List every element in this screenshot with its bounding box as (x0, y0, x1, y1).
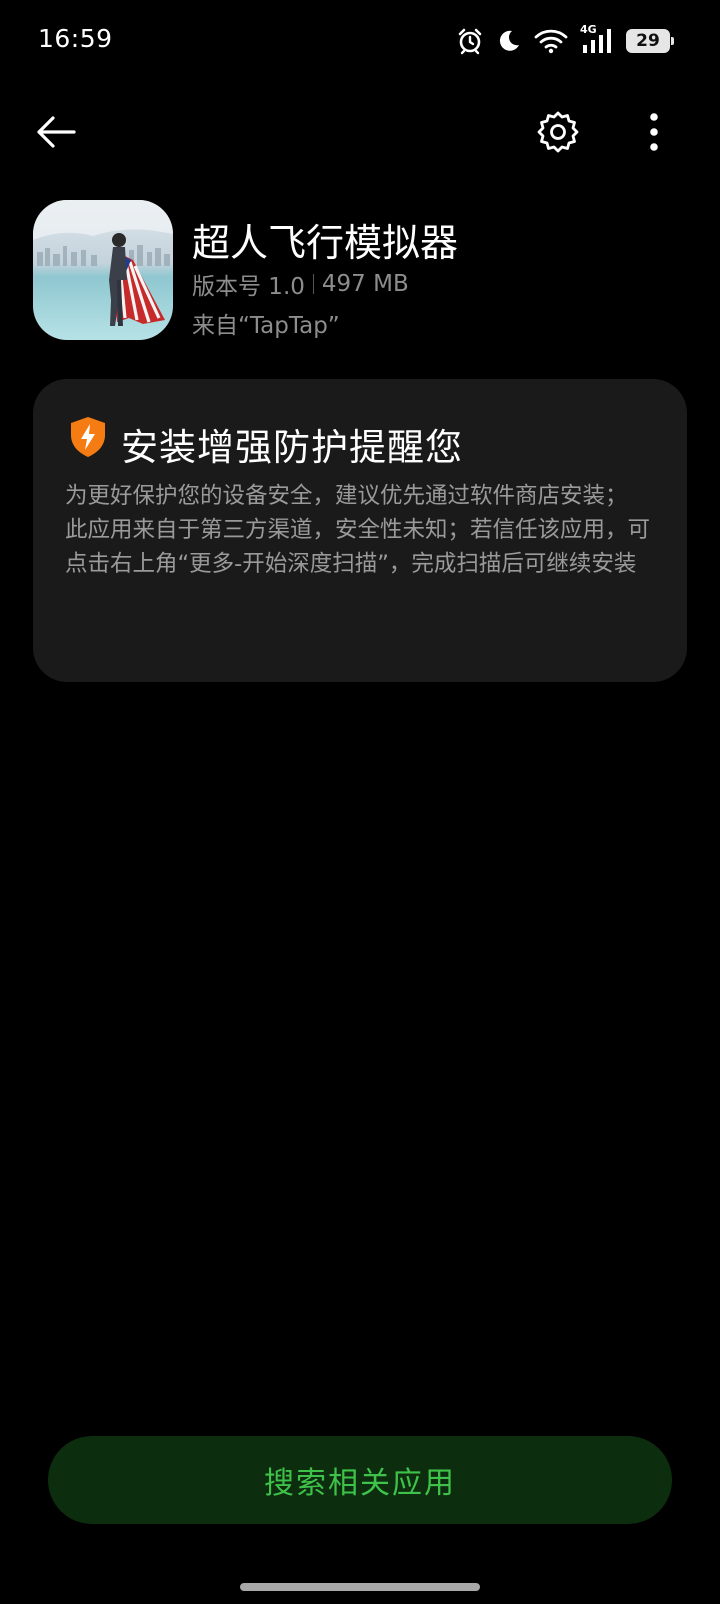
battery-icon: 29 (626, 29, 674, 53)
app-size: 497 MB (321, 271, 409, 297)
warning-paragraph: 此应用来自于第三方渠道，安全性未知；若信任该应用，可点击右上角“更多-开始深度扫… (65, 517, 651, 577)
back-button[interactable] (28, 108, 84, 160)
battery-level: 29 (636, 30, 660, 51)
app-meta: 版本号 1.0 497 MB (192, 267, 409, 301)
search-related-apps-button[interactable]: 搜索相关应用 (48, 1436, 672, 1524)
vertical-dots-icon (649, 112, 659, 156)
warning-paragraph: 为更好保护您的设备安全，建议优先通过软件商店安装； (65, 483, 628, 509)
warning-title: 安装增强防护提醒您 (121, 426, 463, 469)
app-name: 超人飞行模拟器 (192, 221, 459, 265)
alarm-icon (456, 27, 484, 55)
gear-icon (536, 110, 580, 158)
app-icon (33, 200, 173, 340)
home-indicator[interactable] (240, 1583, 480, 1591)
arrow-left-icon (34, 114, 78, 154)
settings-button[interactable] (530, 106, 586, 162)
moon-icon (496, 28, 522, 54)
more-options-button[interactable] (634, 106, 674, 162)
meta-divider (312, 274, 314, 294)
status-icons: 4G 29 (456, 23, 674, 58)
wifi-icon (534, 28, 568, 54)
status-time: 16:59 (38, 24, 113, 53)
security-warning-card: 安装增强防护提醒您 为更好保护您的设备安全，建议优先通过软件商店安装； 此应用来… (33, 379, 687, 682)
status-bar: 16:59 4G 29 (0, 0, 720, 80)
shield-bolt-icon (69, 416, 107, 458)
warning-body: 为更好保护您的设备安全，建议优先通过软件商店安装； 此应用来自于第三方渠道，安全… (65, 479, 665, 581)
app-version: 版本号 1.0 (192, 274, 305, 300)
signal-icon: 4G (580, 23, 614, 55)
app-source: 来自“TapTap” (192, 313, 340, 339)
